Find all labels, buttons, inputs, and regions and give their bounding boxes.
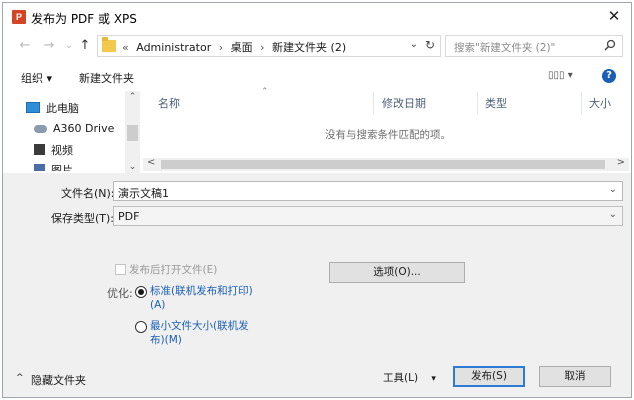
close-icon[interactable]: ✕ bbox=[605, 7, 623, 25]
scroll-up-icon[interactable]: ⌃ bbox=[125, 92, 140, 102]
filetype-label: 保存类型(T): bbox=[51, 212, 115, 225]
breadcrumb-item-desktop[interactable]: 桌面 bbox=[231, 41, 253, 54]
publish-dialog: P 发布为 PDF 或 XPS ✕ ← → ⌄ ↑ « Administrato… bbox=[2, 2, 632, 398]
sidebar-item-label: 图片 bbox=[51, 164, 73, 171]
computer-icon bbox=[26, 102, 40, 113]
window-title: 发布为 PDF 或 XPS bbox=[31, 12, 137, 26]
sidebar-item-pictures[interactable]: 图片 bbox=[34, 162, 73, 171]
folder-icon bbox=[102, 37, 116, 52]
sidebar-item-label: A360 Drive bbox=[53, 122, 115, 135]
search-input[interactable]: 搜索"新建文件夹 (2)" bbox=[445, 35, 623, 57]
filename-field[interactable]: 演示文稿1 ⌄ bbox=[113, 181, 623, 201]
chevron-down-icon[interactable]: ⌄ bbox=[609, 209, 617, 220]
view-options-icon[interactable]: ▯▯▯ ▾ bbox=[548, 70, 573, 81]
navigation-pane: 此电脑 A360 Drive 视频 图片 bbox=[18, 91, 125, 171]
new-folder-button[interactable]: 新建文件夹 bbox=[79, 70, 134, 86]
breadcrumb-overflow[interactable]: « bbox=[122, 41, 129, 54]
optimize-standard-label[interactable]: 标准(联机发布和打印) (A) bbox=[150, 284, 253, 312]
optimize-standard-line2: (A) bbox=[150, 299, 166, 311]
forward-arrow-icon[interactable]: → bbox=[41, 37, 57, 55]
search-icon[interactable] bbox=[604, 39, 616, 51]
column-header-size[interactable]: 大小 bbox=[589, 95, 611, 111]
sidebar-item-label: 此电脑 bbox=[46, 102, 79, 115]
optimize-minimum-radio[interactable] bbox=[135, 321, 147, 333]
optimize-minimum-label[interactable]: 最小文件大小(联机发 布)(M) bbox=[150, 319, 249, 347]
sidebar-item-this-pc[interactable]: 此电脑 bbox=[26, 100, 79, 116]
optimize-minimum-line2: 布)(M) bbox=[150, 334, 182, 346]
filetype-select[interactable]: PDF ⌄ bbox=[113, 206, 623, 226]
search-placeholder: 搜索"新建文件夹 (2)" bbox=[454, 42, 556, 54]
pictures-icon bbox=[34, 164, 45, 171]
up-arrow-icon[interactable]: ↑ bbox=[77, 37, 93, 55]
tools-button[interactable]: 工具(L) ▾ bbox=[383, 370, 436, 385]
column-header-name[interactable]: 名称 bbox=[158, 95, 180, 111]
column-header-modified[interactable]: 修改日期 bbox=[382, 95, 426, 111]
breadcrumb-separator-icon[interactable]: › bbox=[219, 41, 223, 54]
options-button[interactable]: 选项(O)... bbox=[329, 262, 465, 283]
scrollbar-thumb[interactable] bbox=[127, 125, 138, 141]
sort-ascending-icon: ⌃ bbox=[261, 87, 269, 97]
chevron-down-icon[interactable]: ⌄ bbox=[609, 184, 617, 195]
scroll-right-icon[interactable]: > bbox=[617, 157, 625, 168]
column-divider[interactable] bbox=[373, 92, 374, 114]
breadcrumb-item-new-folder[interactable]: 新建文件夹 (2) bbox=[272, 41, 346, 54]
open-after-publish-label: 发布后打开文件(E) bbox=[129, 264, 218, 276]
chevron-down-icon[interactable]: ▾ bbox=[431, 374, 436, 384]
cloud-icon bbox=[34, 125, 47, 133]
breadcrumb-separator-icon[interactable]: › bbox=[260, 41, 264, 54]
empty-list-message: 没有与搜索条件匹配的项。 bbox=[325, 129, 451, 141]
refresh-icon[interactable]: ↻ bbox=[425, 38, 435, 52]
breadcrumb: « Administrator › 桌面 › 新建文件夹 (2) bbox=[122, 39, 350, 55]
organize-button[interactable]: 组织 ▾ bbox=[21, 70, 52, 86]
hide-folders-button[interactable]: 隐藏文件夹 bbox=[31, 372, 86, 388]
column-divider[interactable] bbox=[581, 92, 582, 114]
address-bar[interactable]: « Administrator › 桌面 › 新建文件夹 (2) ⌄ ↻ bbox=[97, 35, 441, 57]
navigation-scrollbar[interactable]: ⌃ ⌄ bbox=[125, 91, 140, 173]
title-bar: P 发布为 PDF 或 XPS ✕ bbox=[3, 3, 631, 31]
scroll-down-icon[interactable]: ⌄ bbox=[125, 162, 140, 172]
filename-label: 文件名(N): bbox=[61, 187, 115, 200]
optimize-minimum-line1: 最小文件大小(联机发 bbox=[150, 320, 249, 332]
scrollbar-thumb[interactable] bbox=[161, 160, 605, 169]
chevron-up-icon[interactable]: ^ bbox=[16, 373, 24, 383]
filename-value[interactable]: 演示文稿1 bbox=[118, 185, 169, 201]
sidebar-item-videos[interactable]: 视频 bbox=[34, 142, 73, 158]
sidebar-item-a360-drive[interactable]: A360 Drive bbox=[34, 122, 114, 135]
tools-label: 工具(L) bbox=[383, 372, 419, 384]
back-arrow-icon[interactable]: ← bbox=[17, 37, 33, 55]
optimize-standard-radio[interactable] bbox=[135, 286, 147, 298]
column-divider[interactable] bbox=[477, 92, 478, 114]
address-dropdown-icon[interactable]: ⌄ bbox=[410, 39, 418, 50]
column-header-type[interactable]: 类型 bbox=[485, 95, 507, 111]
help-icon[interactable]: ? bbox=[602, 69, 616, 83]
video-icon bbox=[34, 144, 45, 155]
optimize-label: 优化: bbox=[107, 287, 133, 300]
open-after-publish-checkbox[interactable] bbox=[115, 264, 126, 275]
file-list-hscrollbar[interactable]: < > bbox=[143, 157, 629, 171]
sidebar-item-label: 视频 bbox=[51, 144, 73, 157]
filetype-value: PDF bbox=[118, 210, 140, 223]
breadcrumb-item-administrator[interactable]: Administrator bbox=[136, 41, 211, 54]
powerpoint-icon: P bbox=[12, 10, 26, 24]
publish-button[interactable]: 发布(S) bbox=[453, 366, 525, 387]
save-options-panel: 文件名(N): 演示文稿1 ⌄ 保存类型(T): PDF ⌄ 发布后打开文件(E… bbox=[3, 173, 631, 397]
scroll-left-icon[interactable]: < bbox=[147, 157, 155, 168]
recent-locations-icon[interactable]: ⌄ bbox=[61, 37, 77, 55]
optimize-standard-line1: 标准(联机发布和打印) bbox=[150, 285, 253, 297]
cancel-button[interactable]: 取消 bbox=[539, 366, 611, 387]
